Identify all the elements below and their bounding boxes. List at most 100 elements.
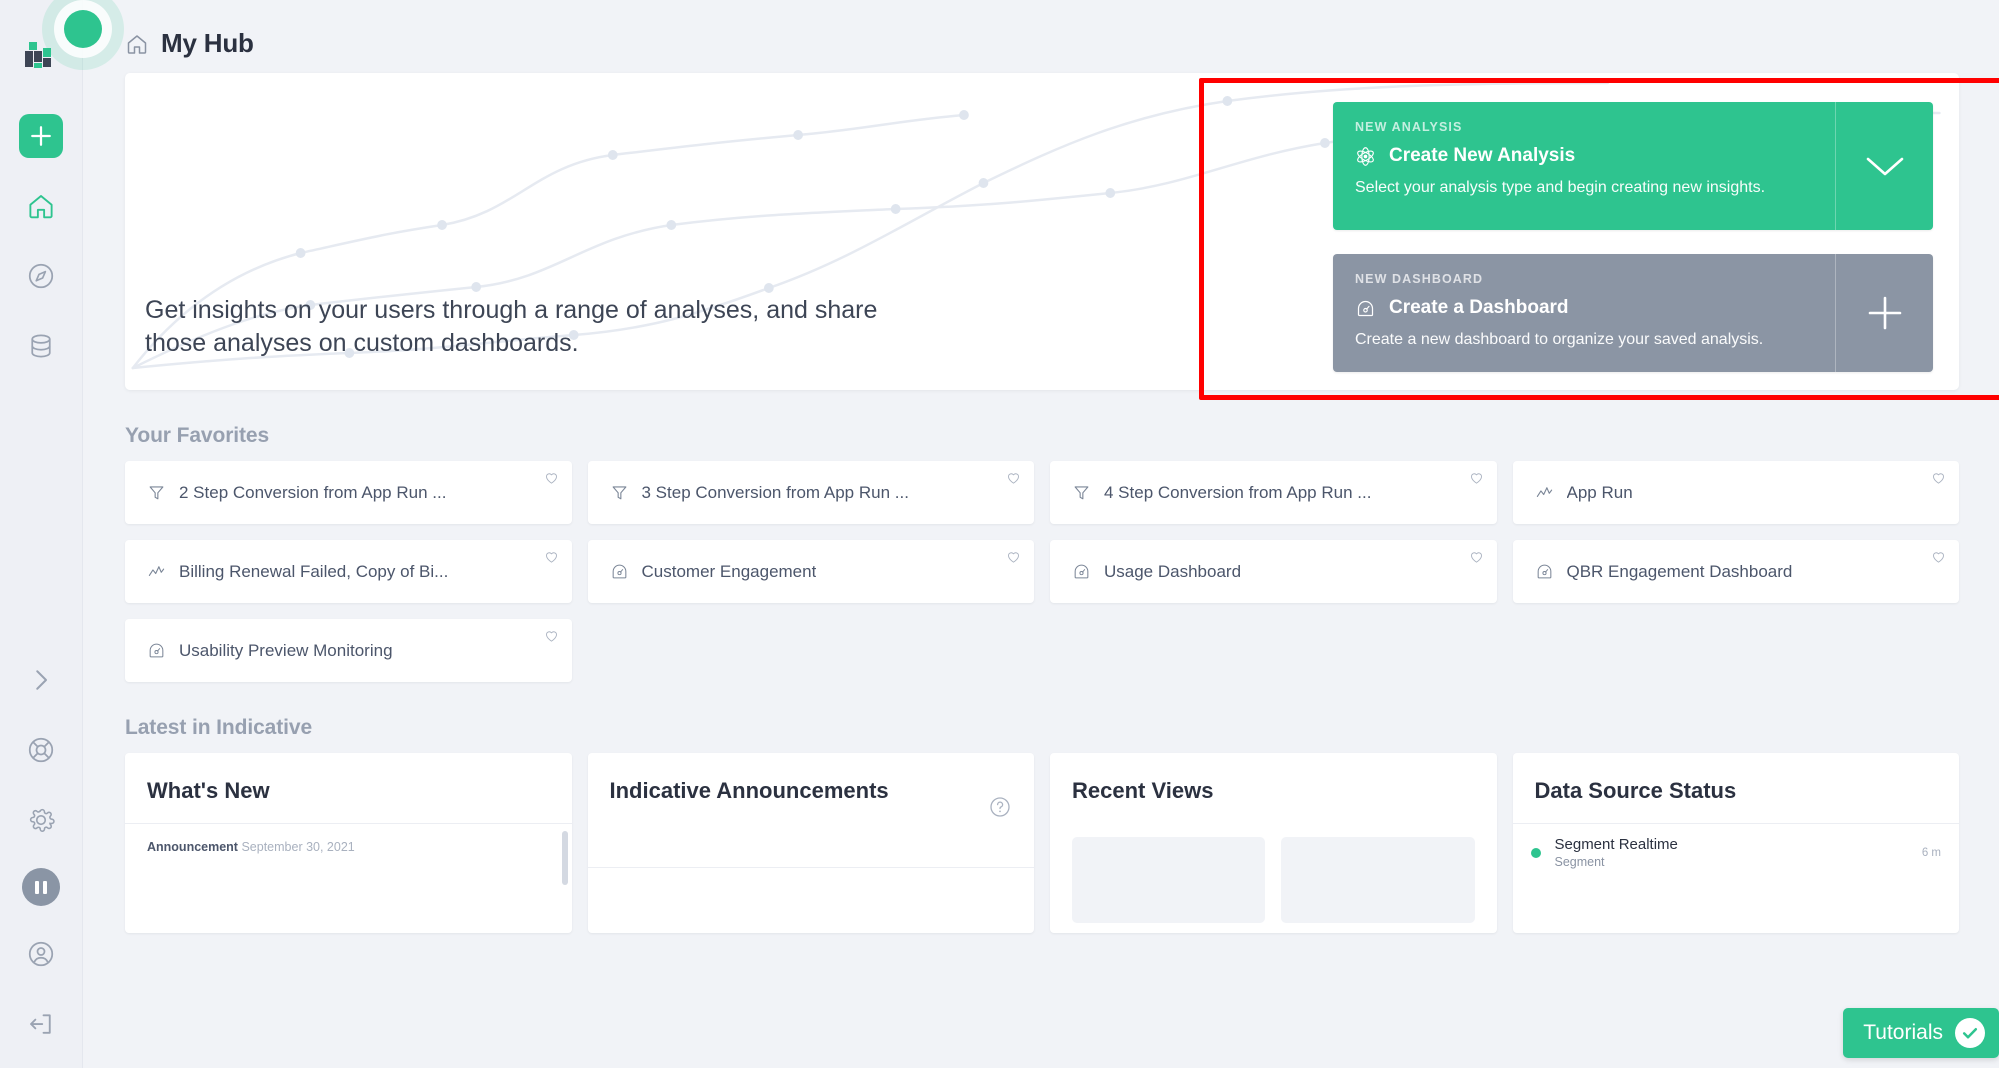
heart-icon[interactable] xyxy=(1468,469,1485,486)
heart-icon[interactable] xyxy=(543,469,560,486)
heart-icon[interactable] xyxy=(1468,548,1485,565)
dashboard-card-title: Create a Dashboard xyxy=(1389,297,1569,318)
create-dashboard-card[interactable]: NEW DASHBOARD Create a Dashboard Create … xyxy=(1333,254,1933,372)
data-source-title: Data Source Status xyxy=(1534,778,1737,803)
sidebar-item-account[interactable] xyxy=(19,932,63,976)
gauge-icon xyxy=(1074,564,1089,579)
recent-views-title: Recent Views xyxy=(1072,778,1214,803)
favorite-card[interactable]: 3 Step Conversion from App Run ... xyxy=(587,461,1034,524)
favorite-label: 3 Step Conversion from App Run ... xyxy=(641,482,909,502)
status-dot-icon xyxy=(1530,847,1541,858)
favorite-card[interactable]: 2 Step Conversion from App Run ... xyxy=(125,461,572,524)
analysis-card-description: Select your analysis type and begin crea… xyxy=(1355,179,1766,196)
data-source-info: Segment Realtime Segment xyxy=(1555,836,1922,869)
data-source-type: Segment xyxy=(1554,855,1605,870)
sidebar-item-data[interactable] xyxy=(19,324,63,368)
heart-icon[interactable] xyxy=(543,627,560,644)
favorite-card[interactable]: Usage Dashboard xyxy=(1050,540,1497,603)
favorite-label: Usability Preview Monitoring xyxy=(179,640,393,660)
favorite-card[interactable]: 4 Step Conversion from App Run ... xyxy=(1050,461,1497,524)
atom-icon xyxy=(1357,146,1374,166)
recent-views-tiles xyxy=(1050,823,1497,924)
plus-icon xyxy=(31,126,51,146)
chevron-down-icon xyxy=(1866,157,1903,176)
favorites-section-title: Your Favorites xyxy=(125,424,270,447)
app-root: My Hub Get insights on your users throug… xyxy=(0,0,1999,1068)
favorites-grid: 2 Step Conversion from App Run ... 3 Ste… xyxy=(125,461,1959,682)
analysis-card-expand-button[interactable] xyxy=(1835,102,1933,230)
gauge-icon xyxy=(149,643,164,658)
lifebuoy-icon xyxy=(28,737,54,763)
data-source-name: Segment Realtime xyxy=(1554,836,1678,854)
data-source-row[interactable]: Segment Realtime Segment 6 m xyxy=(1512,823,1959,881)
favorite-card[interactable]: Usability Preview Monitoring xyxy=(125,619,572,682)
tutorials-label: Tutorials xyxy=(1863,1021,1943,1044)
dashboard-card-add-button[interactable] xyxy=(1835,254,1933,372)
sidebar-item-create[interactable] xyxy=(19,114,63,158)
sidebar-item-settings[interactable] xyxy=(19,798,63,842)
funnel-icon xyxy=(612,486,626,500)
announcement-entry[interactable]: Announcement September 30, 2021 xyxy=(125,824,572,870)
sidebar-item-expand[interactable] xyxy=(19,658,63,702)
logout-icon xyxy=(30,1014,51,1034)
question-circle-icon[interactable] xyxy=(988,795,1012,819)
gauge-icon xyxy=(1537,564,1551,579)
main-content: My Hub Get insights on your users throug… xyxy=(83,0,1999,1068)
sidebar-item-pause[interactable] xyxy=(22,868,60,906)
data-source-status-card: Data Source Status Segment Realtime Segm… xyxy=(1512,753,1960,933)
favorite-label: 2 Step Conversion from App Run ... xyxy=(179,482,447,502)
announcement-date: September 30, 2021 xyxy=(241,840,355,855)
latest-section-title: Latest in Indicative xyxy=(125,716,313,739)
dashboard-card-body: NEW DASHBOARD Create a Dashboard Create … xyxy=(1333,254,1835,372)
favorite-card[interactable]: App Run xyxy=(1512,461,1959,524)
favorite-label: Billing Renewal Failed, Copy of Bi... xyxy=(179,561,449,581)
heart-icon[interactable] xyxy=(1930,548,1947,565)
favorite-card[interactable]: QBR Engagement Dashboard xyxy=(1512,540,1959,603)
data-source-time: 6 m xyxy=(1921,846,1941,859)
sidebar-item-home[interactable] xyxy=(19,184,63,228)
heart-icon[interactable] xyxy=(1930,469,1947,486)
user-circle-icon xyxy=(28,941,54,967)
heart-icon[interactable] xyxy=(1005,469,1022,486)
heart-icon[interactable] xyxy=(543,548,560,565)
database-icon xyxy=(31,334,51,358)
sidebar-top-nav xyxy=(19,114,63,368)
create-new-analysis-card[interactable]: NEW ANALYSIS Create New Analysis Select … xyxy=(1333,102,1933,230)
data-source-header: Data Source Status xyxy=(1513,753,1960,823)
recent-view-tile[interactable] xyxy=(1281,837,1475,924)
compass-icon xyxy=(28,263,54,289)
favorite-label: App Run xyxy=(1566,482,1633,502)
favorite-label: QBR Engagement Dashboard xyxy=(1566,561,1793,581)
content-area: Get insights on your users through a ran… xyxy=(83,73,1999,933)
dashboard-card-title-row: Create a Dashboard xyxy=(1355,297,1813,319)
trend-icon xyxy=(1536,487,1552,498)
dashboard-card-description: Create a new dashboard to organize your … xyxy=(1355,331,1764,348)
recent-view-tile[interactable] xyxy=(1072,837,1266,924)
announcements-title: Indicative Announcements xyxy=(609,778,889,803)
check-circle-icon xyxy=(1955,1018,1985,1048)
hero-description: Get insights on your users through a ran… xyxy=(145,296,878,357)
sidebar-item-logout[interactable] xyxy=(19,1002,63,1046)
page-title: My Hub xyxy=(161,28,254,58)
gauge-icon xyxy=(1357,300,1374,316)
chevron-right-icon xyxy=(36,670,47,690)
sidebar-item-help[interactable] xyxy=(19,728,63,772)
trend-icon xyxy=(148,566,165,577)
check-icon xyxy=(1962,1028,1978,1039)
heart-icon[interactable] xyxy=(1005,548,1022,565)
favorite-card[interactable]: Customer Engagement xyxy=(587,540,1034,603)
announcements-header: Indicative Announcements xyxy=(588,753,1035,837)
whats-new-card: What's New Announcement September 30, 20… xyxy=(125,753,572,933)
recent-views-header: Recent Views xyxy=(1050,753,1497,823)
home-icon xyxy=(29,195,53,219)
latest-grid: What's New Announcement September 30, 20… xyxy=(125,753,1959,933)
favorite-card[interactable]: Billing Renewal Failed, Copy of Bi... xyxy=(125,540,572,603)
dashboard-card-kicker: NEW DASHBOARD xyxy=(1355,272,1484,286)
whats-new-scrollbar[interactable] xyxy=(561,831,568,885)
sidebar-item-explore[interactable] xyxy=(19,254,63,298)
home-icon xyxy=(127,34,147,54)
analysis-card-body: NEW ANALYSIS Create New Analysis Select … xyxy=(1333,102,1835,230)
analysis-card-kicker: NEW ANALYSIS xyxy=(1355,120,1463,134)
tutorials-button[interactable]: Tutorials xyxy=(1843,1008,1999,1058)
gear-icon xyxy=(29,808,55,832)
